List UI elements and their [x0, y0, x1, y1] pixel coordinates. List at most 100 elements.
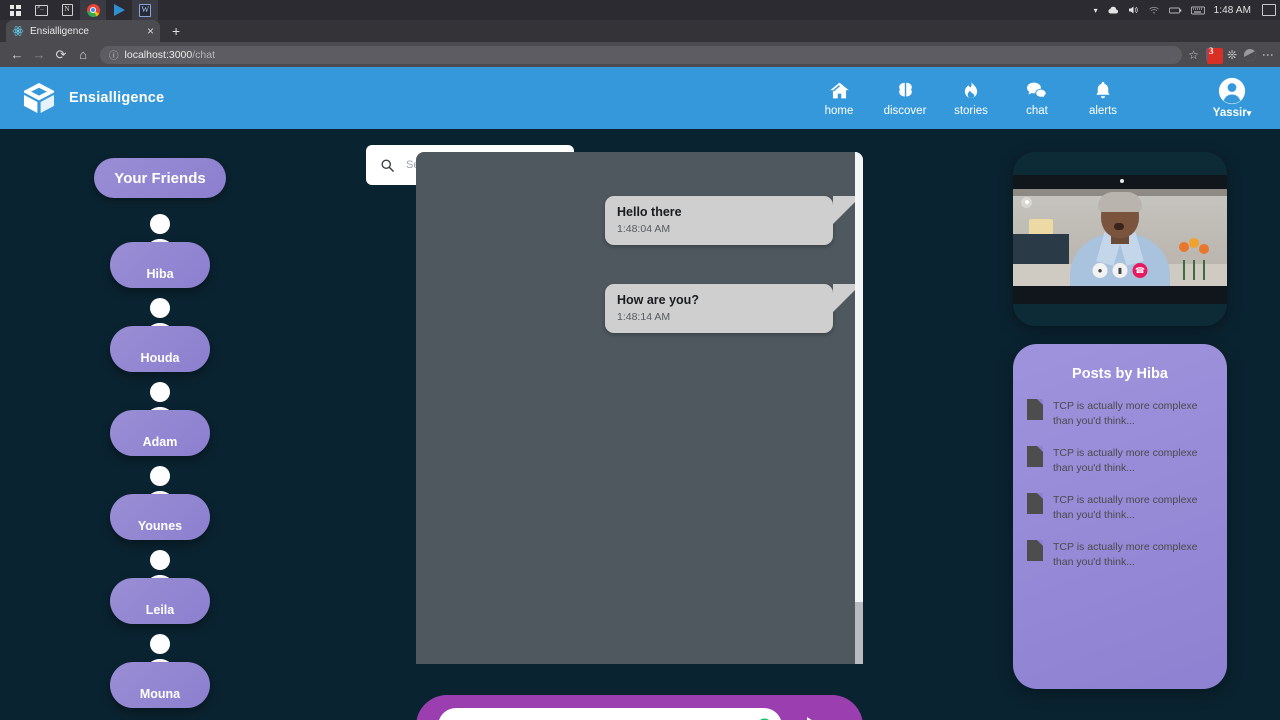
nav-item-chat[interactable]: chat — [1004, 67, 1070, 129]
linkedin-extension-icon[interactable]: in 3 — [1206, 48, 1220, 61]
friend-item-younes[interactable]: Younes — [94, 456, 226, 540]
document-icon — [1027, 399, 1043, 420]
browser-tab[interactable]: Ensialligence × — [6, 20, 160, 42]
site-info-icon[interactable]: ⓘ — [109, 48, 119, 62]
send-button[interactable] — [804, 715, 824, 720]
post-item[interactable]: TCP is actually more complexe than you'd… — [1027, 399, 1213, 429]
hangup-icon[interactable]: ☎ — [1133, 263, 1148, 278]
url-text: localhost:3000/chat — [125, 49, 215, 61]
onedrive-icon[interactable] — [1107, 5, 1119, 15]
bookmark-star-icon[interactable]: ☆ — [1188, 48, 1199, 62]
tab-title: Ensialligence — [30, 26, 141, 37]
chat-scrollbar-thumb[interactable] — [855, 152, 863, 602]
forward-icon[interactable]: → — [28, 44, 50, 66]
chevron-up-icon[interactable]: ▾ — [1094, 6, 1098, 15]
profile-name: Yassir▾ — [1213, 107, 1251, 119]
message-input[interactable]: Start typing... ↻ — [438, 708, 782, 720]
chat-scrollbar[interactable] — [855, 152, 863, 664]
new-tab-button[interactable]: + — [172, 23, 180, 39]
record-indicator-icon — [1021, 197, 1032, 208]
friend-item-houda[interactable]: Houda — [94, 288, 226, 372]
notepad-icon[interactable] — [54, 0, 80, 20]
brain-icon — [894, 80, 917, 101]
keyboard-icon[interactable] — [1191, 6, 1205, 15]
nav-item-stories[interactable]: stories — [938, 67, 1004, 129]
chat-panel: Hello there 1:48:04 AM How are you? 1:48… — [416, 152, 863, 664]
post-item[interactable]: TCP is actually more complexe than you'd… — [1027, 446, 1213, 476]
react-favicon-icon — [12, 25, 24, 37]
brand-name: Ensialligence — [69, 90, 164, 106]
camera-icon[interactable]: ▮ — [1113, 263, 1128, 278]
call-controls: ● ▮ ☎ — [1093, 263, 1148, 278]
nav-label-alerts: alerts — [1089, 105, 1117, 117]
back-icon[interactable]: ← — [6, 44, 28, 66]
toolbar-actions: ☆ in 3 ❊ ⋮ — [1188, 48, 1274, 62]
friends-title: Your Friends — [94, 158, 226, 198]
post-item[interactable]: TCP is actually more complexe than you'd… — [1027, 493, 1213, 523]
document-icon — [1027, 493, 1043, 514]
mic-icon[interactable]: ● — [1093, 263, 1108, 278]
flowers-decor — [1177, 238, 1217, 280]
post-text: TCP is actually more complexe than you'd… — [1053, 399, 1213, 429]
friend-item-hiba[interactable]: Hiba — [94, 204, 226, 288]
message-composer: Start typing... ↻ — [416, 695, 863, 720]
wifi-icon[interactable] — [1148, 5, 1160, 15]
volume-icon[interactable] — [1128, 5, 1139, 15]
home-icon[interactable]: ⌂ — [72, 44, 94, 66]
windows-start-icon[interactable] — [2, 0, 28, 20]
windows-taskbar: ▾ 1:48 AM — [0, 0, 1280, 20]
nav-item-discover[interactable]: discover — [872, 67, 938, 129]
cube-icon — [20, 79, 58, 117]
message-time: 1:48:14 AM — [617, 311, 821, 323]
browser-menu-icon[interactable]: ⋮ — [1263, 49, 1272, 61]
system-tray: ▾ 1:48 AM — [1094, 4, 1280, 16]
friend-item-mouna[interactable]: Mouna — [94, 624, 226, 708]
action-center-icon[interactable] — [1262, 4, 1276, 16]
message-list: Hello there 1:48:04 AM How are you? 1:48… — [416, 152, 863, 333]
terminal-icon[interactable] — [28, 0, 54, 20]
post-text: TCP is actually more complexe than you'd… — [1053, 493, 1213, 523]
post-item[interactable]: TCP is actually more complexe than you'd… — [1027, 540, 1213, 570]
word-icon[interactable] — [132, 0, 158, 20]
friend-item-adam[interactable]: Adam — [94, 372, 226, 456]
message-bubble: Hello there 1:48:04 AM — [605, 196, 833, 245]
url-host: localhost:3000 — [125, 49, 193, 61]
vscode-icon[interactable] — [106, 0, 132, 20]
house-icon — [828, 80, 851, 101]
message-text: Hello there — [617, 205, 821, 220]
friend-name: Houda — [110, 326, 210, 372]
battery-icon[interactable] — [1169, 6, 1182, 15]
app-viewport: Ensialligence Search for something... ho… — [0, 67, 1280, 720]
close-icon[interactable]: × — [147, 25, 154, 37]
friend-name: Leila — [110, 578, 210, 624]
nav-item-alerts[interactable]: alerts — [1070, 67, 1136, 129]
video-call-card[interactable]: ● ▮ ☎ — [1013, 152, 1227, 326]
clock[interactable]: 1:48 AM — [1214, 5, 1251, 16]
search-icon — [380, 158, 395, 173]
main-nav: home discover stories chat — [806, 67, 1136, 129]
browser-tab-strip: Ensialligence × + — [0, 20, 1280, 42]
video-feed: ● ▮ ☎ — [1013, 175, 1227, 304]
message-time: 1:48:04 AM — [617, 223, 821, 235]
taskbar-apps — [0, 0, 158, 20]
document-icon — [1027, 446, 1043, 467]
post-text: TCP is actually more complexe than you'd… — [1053, 446, 1213, 476]
friend-name: Younes — [110, 494, 210, 540]
friend-item-leila[interactable]: Leila — [94, 540, 226, 624]
posts-card: Posts by Hiba TCP is actually more compl… — [1013, 344, 1227, 689]
profile-circle-icon[interactable] — [1244, 49, 1256, 61]
address-bar[interactable]: ⓘ localhost:3000/chat — [100, 46, 1182, 64]
friends-sidebar: Your Friends Hiba Houda Adam Younes Leil… — [94, 158, 226, 708]
friend-name: Adam — [110, 410, 210, 456]
browser-toolbar: ← → ⟳ ⌂ ⓘ localhost:3000/chat ☆ in 3 ❊ ⋮ — [0, 42, 1280, 67]
fire-icon — [960, 80, 982, 101]
document-icon — [1027, 540, 1043, 561]
url-path: /chat — [192, 49, 215, 61]
brand[interactable]: Ensialligence — [0, 79, 164, 117]
chrome-icon[interactable] — [80, 0, 106, 20]
profile-menu[interactable]: Yassir▾ — [1202, 67, 1262, 129]
reload-icon[interactable]: ⟳ — [50, 44, 72, 66]
nav-item-home[interactable]: home — [806, 67, 872, 129]
message-bubble: How are you? 1:48:14 AM — [605, 284, 833, 333]
extensions-icon[interactable]: ❊ — [1227, 48, 1237, 62]
